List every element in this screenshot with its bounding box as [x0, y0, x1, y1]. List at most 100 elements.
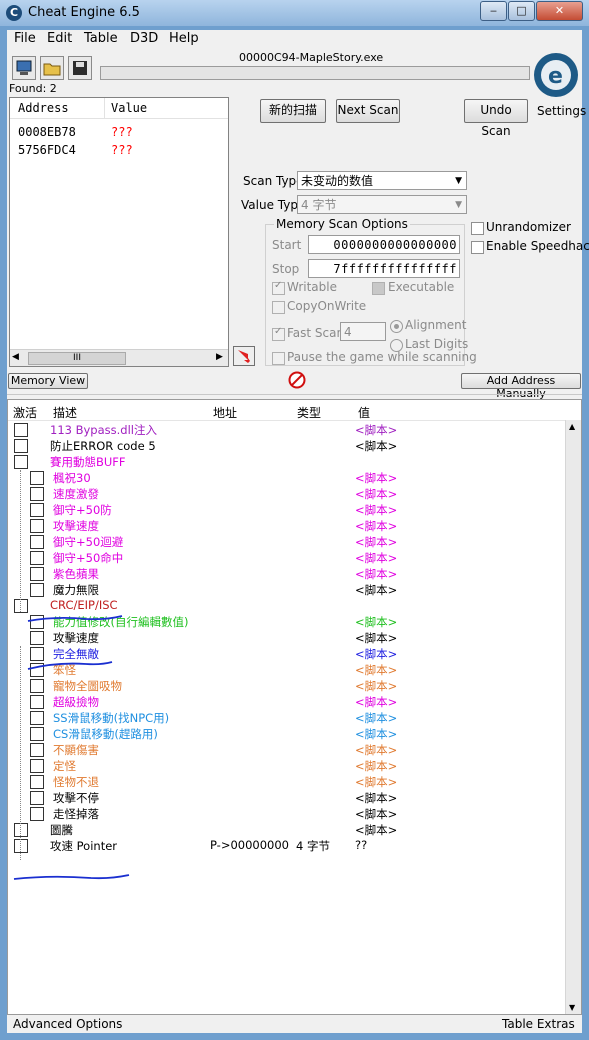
column-value[interactable]: Value: [111, 101, 147, 115]
table-row[interactable]: 防止ERROR code 5 <脚本>: [8, 438, 568, 454]
open-file-button[interactable]: [40, 56, 64, 80]
scroll-right-icon[interactable]: ▶: [216, 352, 223, 362]
scroll-left-icon[interactable]: ◀: [12, 352, 19, 362]
stop-icon[interactable]: [288, 371, 306, 389]
table-row[interactable]: 攻擊不停 <脚本>: [8, 790, 568, 806]
chevron-down-icon[interactable]: ▼: [455, 196, 462, 214]
add-address-manually-button[interactable]: Add Address Manually: [461, 373, 581, 400]
active-checkbox[interactable]: [14, 839, 28, 853]
menu-file[interactable]: File: [14, 31, 36, 46]
cheat-table[interactable]: 激活 描述 地址 类型 值 113 Bypass.dll注入 <脚本> 防止ERRO…: [7, 399, 582, 1015]
advanced-options-button[interactable]: Advanced Options: [13, 1017, 122, 1031]
minimize-button[interactable]: ‒: [480, 1, 507, 21]
active-checkbox[interactable]: [30, 759, 44, 773]
settings-label[interactable]: Settings: [537, 104, 586, 118]
active-checkbox[interactable]: [30, 551, 44, 565]
active-checkbox[interactable]: [30, 679, 44, 693]
close-button[interactable]: ✕: [536, 1, 583, 21]
pause-game-checkbox[interactable]: [272, 352, 285, 365]
column-address[interactable]: Address: [18, 101, 69, 115]
speedhack-checkbox[interactable]: [471, 241, 484, 254]
table-row[interactable]: 寵物全圖吸物 <脚本>: [8, 678, 568, 694]
alignment-radio[interactable]: [390, 320, 403, 333]
stop-address-field[interactable]: 7fffffffffffffff: [308, 259, 460, 278]
active-checkbox[interactable]: [30, 791, 44, 805]
active-checkbox[interactable]: [30, 583, 44, 597]
active-checkbox[interactable]: [30, 743, 44, 757]
active-checkbox[interactable]: [30, 807, 44, 821]
table-row[interactable]: 113 Bypass.dll注入 <脚本>: [8, 422, 568, 438]
first-scan-button[interactable]: 新的扫描: [260, 99, 326, 123]
active-checkbox[interactable]: [30, 695, 44, 709]
table-row[interactable]: 御守+50迴避 <脚本>: [8, 534, 568, 550]
next-scan-button[interactable]: Next Scan: [336, 99, 400, 123]
table-row[interactable]: 圖騰 <脚本>: [8, 822, 568, 838]
active-checkbox[interactable]: [30, 519, 44, 533]
active-checkbox[interactable]: [30, 471, 44, 485]
column-description[interactable]: 描述: [53, 404, 77, 421]
found-row-address[interactable]: 5756FDC4: [18, 143, 76, 157]
scroll-thumb[interactable]: III: [28, 352, 126, 365]
active-checkbox[interactable]: [30, 567, 44, 581]
table-row[interactable]: 御守+50命中 <脚本>: [8, 550, 568, 566]
column-active[interactable]: 激活: [13, 404, 37, 421]
active-checkbox[interactable]: [14, 599, 28, 613]
active-checkbox[interactable]: [30, 711, 44, 725]
select-process-button[interactable]: [12, 56, 36, 80]
chevron-down-icon[interactable]: ▼: [455, 172, 462, 190]
save-file-button[interactable]: [68, 56, 92, 80]
table-row[interactable]: CS滑鼠移動(趕路用) <脚本>: [8, 726, 568, 742]
found-row-value[interactable]: ???: [111, 125, 133, 139]
copy-on-write-checkbox[interactable]: [272, 301, 285, 314]
table-row[interactable]: 不顯傷害 <脚本>: [8, 742, 568, 758]
active-checkbox[interactable]: [30, 503, 44, 517]
column-address[interactable]: 地址: [213, 404, 237, 421]
cheat-table-vscrollbar[interactable]: ▲ ▼: [565, 420, 581, 1014]
active-checkbox[interactable]: [14, 823, 28, 837]
table-row[interactable]: 攻速 Pointer P->00000000 4 字节??: [8, 838, 568, 854]
table-row[interactable]: 楓祝30 <脚本>: [8, 470, 568, 486]
scroll-down-icon[interactable]: ▼: [569, 1003, 575, 1012]
table-row[interactable]: SS滑鼠移動(找NPC用) <脚本>: [8, 710, 568, 726]
active-checkbox[interactable]: [14, 455, 28, 469]
unrandomizer-checkbox[interactable]: [471, 222, 484, 235]
table-row[interactable]: 攻擊速度 <脚本>: [8, 630, 568, 646]
menu-table[interactable]: Table: [84, 31, 118, 46]
active-checkbox[interactable]: [30, 727, 44, 741]
table-row[interactable]: 速度激發 <脚本>: [8, 486, 568, 502]
scan-type-select[interactable]: 未变动的数值 ▼: [297, 171, 467, 190]
active-checkbox[interactable]: [30, 487, 44, 501]
maximize-button[interactable]: □: [508, 1, 535, 21]
table-row[interactable]: 怪物不退 <脚本>: [8, 774, 568, 790]
table-row[interactable]: 紫色蘋果 <脚本>: [8, 566, 568, 582]
table-row[interactable]: 走怪掉落 <脚本>: [8, 806, 568, 822]
table-row[interactable]: 賽用動態BUFF: [8, 454, 568, 470]
menu-d3d[interactable]: D3D: [130, 31, 158, 46]
found-row-address[interactable]: 0008EB78: [18, 125, 76, 139]
settings-logo[interactable]: e Settings: [531, 50, 586, 118]
menu-edit[interactable]: Edit: [47, 31, 72, 46]
table-row[interactable]: 超級撿物 <脚本>: [8, 694, 568, 710]
fast-scan-checkbox[interactable]: ✓: [272, 326, 285, 341]
column-type[interactable]: 类型: [297, 404, 321, 421]
active-checkbox[interactable]: [30, 535, 44, 549]
table-row[interactable]: 御守+50防 <脚本>: [8, 502, 568, 518]
start-address-field[interactable]: 0000000000000000: [308, 235, 460, 254]
active-checkbox[interactable]: [14, 423, 28, 437]
executable-checkbox[interactable]: [372, 282, 385, 295]
found-row-value[interactable]: ???: [111, 143, 133, 157]
add-to-list-button[interactable]: [233, 346, 255, 366]
undo-scan-button[interactable]: Undo Scan: [464, 99, 528, 138]
writable-checkbox[interactable]: ✓: [272, 280, 285, 295]
value-type-select[interactable]: 4 字节 ▼: [297, 195, 467, 214]
splitter[interactable]: [7, 394, 582, 398]
found-address-list[interactable]: Address Value 0008EB78 ??? 5756FDC4 ??? …: [9, 97, 229, 367]
column-value[interactable]: 值: [358, 404, 370, 421]
found-list-hscrollbar[interactable]: ◀ III ▶: [10, 349, 228, 366]
active-checkbox[interactable]: [30, 631, 44, 645]
table-row[interactable]: 定怪 <脚本>: [8, 758, 568, 774]
active-checkbox[interactable]: [30, 775, 44, 789]
active-checkbox[interactable]: [14, 439, 28, 453]
fast-scan-field[interactable]: 4: [340, 322, 386, 341]
scroll-up-icon[interactable]: ▲: [569, 422, 575, 431]
